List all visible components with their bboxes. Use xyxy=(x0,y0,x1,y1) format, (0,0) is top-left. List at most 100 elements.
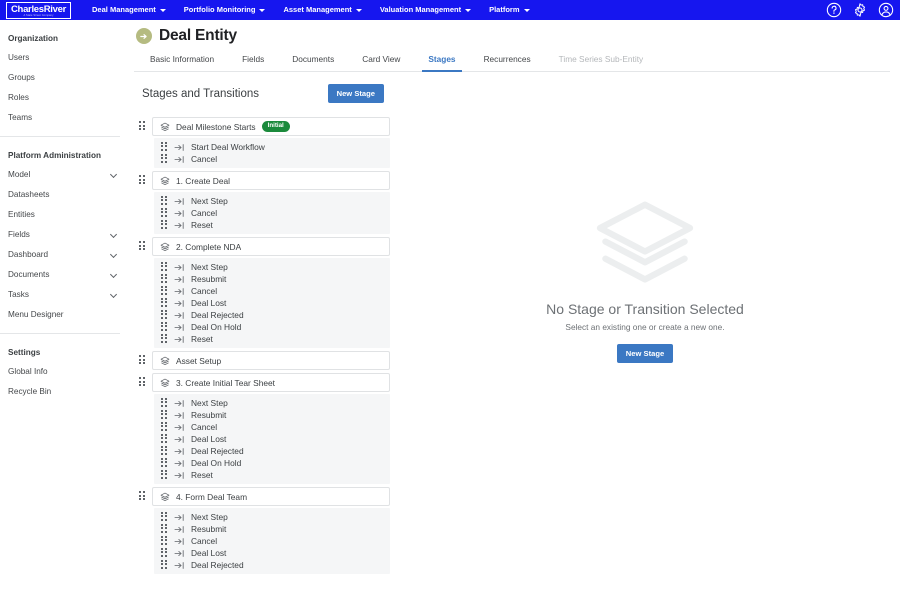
drag-handle[interactable] xyxy=(161,511,168,523)
transition-row[interactable]: Resubmit xyxy=(154,273,390,285)
stage-card[interactable]: 4. Form Deal Team xyxy=(152,487,390,506)
drag-handle[interactable] xyxy=(161,261,168,273)
tab-stages[interactable]: Stages xyxy=(414,54,469,72)
tab-basic-information[interactable]: Basic Information xyxy=(136,54,228,71)
drag-handle[interactable] xyxy=(161,457,168,469)
drag-handle[interactable] xyxy=(161,195,168,207)
nav-item-platform[interactable]: Platform xyxy=(480,0,538,20)
drag-handle[interactable] xyxy=(161,273,168,285)
transition-row[interactable]: Deal Lost xyxy=(154,547,390,559)
transition-row[interactable]: Start Deal Workflow xyxy=(154,141,390,153)
layers-stack-icon xyxy=(596,201,694,283)
chevron-down-icon xyxy=(111,171,118,178)
drag-handle[interactable] xyxy=(161,469,168,481)
user-avatar-icon[interactable] xyxy=(878,2,894,18)
transition-row[interactable]: Cancel xyxy=(154,535,390,547)
sidebar-item-datasheets[interactable]: Datasheets xyxy=(0,184,128,204)
transition-arrow-icon xyxy=(174,311,184,319)
sidebar-item-tasks[interactable]: Tasks xyxy=(0,284,128,304)
new-stage-button[interactable]: New Stage xyxy=(327,84,384,103)
tab-recurrences[interactable]: Recurrences xyxy=(470,54,545,71)
drag-handle[interactable] xyxy=(139,241,146,252)
transition-row[interactable]: Deal Rejected xyxy=(154,445,390,457)
stage-card[interactable]: 3. Create Initial Tear Sheet xyxy=(152,373,390,392)
stage-name: 3. Create Initial Tear Sheet xyxy=(176,377,276,388)
transition-row[interactable]: Reset xyxy=(154,333,390,345)
sidebar-item-recycle-bin[interactable]: Recycle Bin xyxy=(0,381,128,401)
drag-handle[interactable] xyxy=(161,297,168,309)
drag-handle[interactable] xyxy=(161,309,168,321)
transition-row[interactable]: Next Step xyxy=(154,397,390,409)
sidebar-item-roles[interactable]: Roles xyxy=(0,87,128,107)
sidebar-item-users[interactable]: Users xyxy=(0,47,128,67)
drag-handle[interactable] xyxy=(161,547,168,559)
stage-layers-icon xyxy=(160,492,170,501)
drag-handle[interactable] xyxy=(139,491,146,502)
empty-state-new-stage-button[interactable]: New Stage xyxy=(616,344,674,363)
gear-icon[interactable] xyxy=(852,2,868,18)
stage-card[interactable]: Asset Setup xyxy=(152,351,390,370)
transition-row[interactable]: Reset xyxy=(154,219,390,231)
transition-row[interactable]: Deal On Hold xyxy=(154,457,390,469)
sidebar-item-groups[interactable]: Groups xyxy=(0,67,128,87)
sidebar-item-fields[interactable]: Fields xyxy=(0,224,128,244)
transition-row[interactable]: Deal Lost xyxy=(154,297,390,309)
transition-name: Reset xyxy=(191,334,213,344)
transition-row[interactable]: Deal On Hold xyxy=(154,321,390,333)
drag-handle[interactable] xyxy=(161,421,168,433)
nav-item-valuation-management[interactable]: Valuation Management xyxy=(371,0,480,20)
transition-arrow-icon xyxy=(174,411,184,419)
drag-handle[interactable] xyxy=(161,321,168,333)
sidebar-item-entities[interactable]: Entities xyxy=(0,204,128,224)
chevron-down-icon xyxy=(111,271,118,278)
stage-layers-icon xyxy=(160,378,170,387)
transition-row[interactable]: Cancel xyxy=(154,285,390,297)
drag-handle[interactable] xyxy=(161,285,168,297)
drag-handle[interactable] xyxy=(161,445,168,457)
transition-row[interactable]: Cancel xyxy=(154,421,390,433)
drag-handle[interactable] xyxy=(161,535,168,547)
stage-card[interactable]: 1. Create Deal xyxy=(152,171,390,190)
nav-item-deal-management[interactable]: Deal Management xyxy=(83,0,175,20)
drag-handle[interactable] xyxy=(161,141,168,153)
charles-river-logo[interactable]: CharlesRiver A State Street Company xyxy=(6,1,72,19)
drag-handle[interactable] xyxy=(161,523,168,535)
sidebar-item-menu-designer[interactable]: Menu Designer xyxy=(0,304,128,324)
sidebar-item-teams[interactable]: Teams xyxy=(0,107,128,127)
transition-row[interactable]: Cancel xyxy=(154,207,390,219)
drag-handle[interactable] xyxy=(161,207,168,219)
drag-handle[interactable] xyxy=(161,559,168,571)
transition-row[interactable]: Deal Rejected xyxy=(154,559,390,571)
tab-card-view[interactable]: Card View xyxy=(348,54,414,71)
transition-row[interactable]: Next Step xyxy=(154,511,390,523)
sidebar-item-model[interactable]: Model xyxy=(0,164,128,184)
stage-card[interactable]: 2. Complete NDA xyxy=(152,237,390,256)
drag-handle[interactable] xyxy=(139,355,146,366)
drag-handle[interactable] xyxy=(161,153,168,165)
transition-row[interactable]: Deal Lost xyxy=(154,433,390,445)
drag-handle[interactable] xyxy=(139,121,146,132)
sidebar-item-global-info[interactable]: Global Info xyxy=(0,361,128,381)
sidebar-item-dashboard[interactable]: Dashboard xyxy=(0,244,128,264)
drag-handle[interactable] xyxy=(139,377,146,388)
transition-row[interactable]: Next Step xyxy=(154,195,390,207)
transition-row[interactable]: Resubmit xyxy=(154,409,390,421)
drag-handle[interactable] xyxy=(139,175,146,186)
transition-row[interactable]: Reset xyxy=(154,469,390,481)
help-circle-icon[interactable] xyxy=(826,2,842,18)
drag-handle[interactable] xyxy=(161,397,168,409)
stage-card[interactable]: Deal Milestone Starts Initial xyxy=(152,117,390,136)
sidebar-item-documents[interactable]: Documents xyxy=(0,264,128,284)
transition-row[interactable]: Deal Rejected xyxy=(154,309,390,321)
transition-row[interactable]: Resubmit xyxy=(154,523,390,535)
tab-fields[interactable]: Fields xyxy=(228,54,278,71)
nav-item-portfolio-monitoring[interactable]: Portfolio Monitoring xyxy=(175,0,275,20)
drag-handle[interactable] xyxy=(161,219,168,231)
nav-item-asset-management[interactable]: Asset Management xyxy=(274,0,370,20)
transition-row[interactable]: Next Step xyxy=(154,261,390,273)
tab-documents[interactable]: Documents xyxy=(278,54,348,71)
drag-handle[interactable] xyxy=(161,409,168,421)
drag-handle[interactable] xyxy=(161,433,168,445)
transition-row[interactable]: Cancel xyxy=(154,153,390,165)
drag-handle[interactable] xyxy=(161,333,168,345)
